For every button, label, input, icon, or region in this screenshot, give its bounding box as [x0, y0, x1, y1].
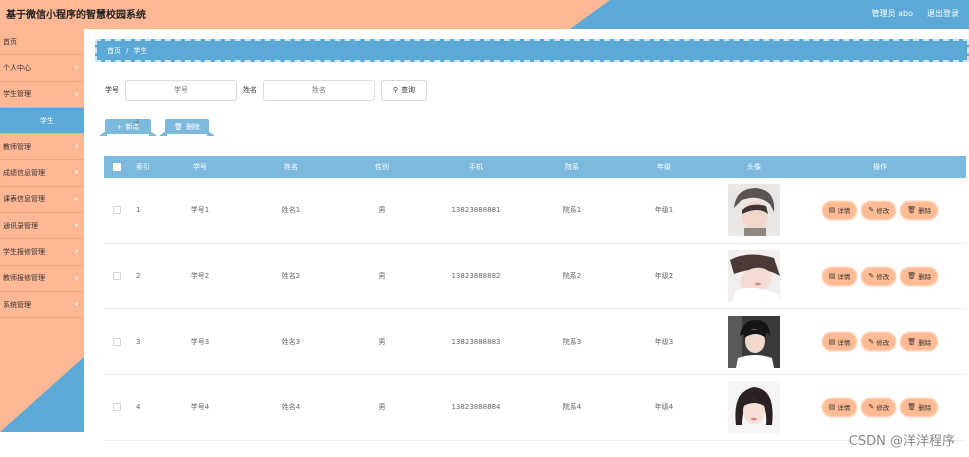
sidebar-item-home[interactable]: 首页 [0, 29, 84, 56]
table-row: 3 学号3 姓名3 男 13823888883 院系3 年级3 ▤ 详情 ✎ 修改 [104, 309, 966, 376]
detail-button[interactable]: ▤ 详情 [822, 398, 857, 416]
document-icon: ▤ [828, 206, 836, 215]
delete-button[interactable]: 🗑 删除 [901, 267, 938, 285]
chevron-down-icon: ▾ [74, 90, 78, 98]
trash-icon: 🗑 [907, 206, 917, 215]
pencil-icon: ✎ [868, 403, 875, 412]
detail-button[interactable]: ▤ 详情 [822, 333, 857, 351]
trash-icon: 🗑 [907, 272, 917, 281]
chevron-down-icon: ▾ [74, 143, 78, 151]
document-icon: ▤ [828, 403, 836, 412]
chevron-down-icon: ▾ [74, 222, 78, 230]
sidebar-item-student[interactable]: 学生 [0, 107, 84, 135]
plus-icon: + [116, 122, 123, 131]
sidebar-decoration [0, 357, 84, 432]
action-buttons: + 新增 ☝ 🗑 删除 [105, 117, 209, 134]
breadcrumb-separator: / [126, 46, 129, 55]
avatar [728, 250, 780, 303]
sidebar-item-schedule[interactable]: 课表信息管理 ▾ [0, 187, 84, 214]
chevron-down-icon: ▾ [74, 64, 78, 72]
chevron-down-icon: ▾ [74, 195, 78, 203]
student-no-label: 学号 [105, 86, 119, 94]
edit-button[interactable]: ✎ 修改 [862, 398, 896, 416]
top-header: 基于微信小程序的智慧校园系统 管理员 abo 退出登录 [0, 0, 969, 29]
main-content: 首页 / 学生 学号 姓名 ⚲ 查询 + 新增 ☝ 🗑 删除 索引 学号 姓名 … [84, 29, 969, 457]
document-icon: ▤ [828, 337, 836, 346]
col-grade: 年级 [657, 163, 671, 171]
header-user-area: 管理员 abo 退出登录 [872, 8, 959, 19]
chevron-down-icon: ▾ [74, 169, 78, 177]
chevron-down-icon: ▾ [74, 274, 78, 282]
document-icon: ▤ [828, 272, 836, 281]
breadcrumb: 首页 / 学生 [95, 39, 969, 62]
table-row: 2 学号2 姓名2 男 13823888882 院系2 年级2 ▤ 详情 ✎ 修改 … [104, 244, 966, 310]
search-bar: 学号 姓名 ⚲ 查询 [105, 79, 427, 101]
chevron-down-icon: ▾ [74, 300, 78, 308]
add-button[interactable]: + 新增 ☝ [105, 117, 151, 134]
pencil-icon: ✎ [868, 337, 875, 346]
student-no-input[interactable] [125, 79, 237, 101]
logout-link[interactable]: 退出登录 [927, 8, 959, 19]
col-index: 索引 [136, 163, 150, 171]
sidebar-item-personal-center[interactable]: 个人中心 ▾ [0, 55, 84, 82]
table-row: 1 学号1 姓名1 男 13823888881 院系1 年级1 ▤ 详情 ✎ 修改 … [104, 178, 966, 244]
row-checkbox[interactable] [113, 206, 121, 215]
watermark: CSDN @洋洋程序 [848, 434, 955, 449]
sidebar-item-student-repair[interactable]: 学生报修管理 ▾ [0, 239, 84, 266]
edit-button[interactable]: ✎ 修改 [862, 267, 896, 285]
col-name: 姓名 [284, 163, 298, 171]
sidebar-item-student-management[interactable]: 学生管理 ▾ [0, 82, 84, 108]
pencil-icon: ✎ [868, 206, 875, 215]
col-student-no: 学号 [193, 163, 207, 171]
row-checkbox[interactable] [113, 272, 121, 281]
detail-button[interactable]: ▤ 详情 [822, 201, 857, 219]
delete-button[interactable]: 🗑 删除 [901, 201, 938, 219]
col-avatar: 头像 [747, 163, 761, 171]
pencil-icon: ✎ [868, 272, 875, 281]
table-row: 4 学号4 姓名4 男 13823888884 院系4 年级4 ▤ 详情 ✎ 修改 … [104, 375, 966, 441]
hand-cursor-icon: ☝ [133, 117, 140, 130]
avatar [728, 184, 780, 237]
breadcrumb-home[interactable]: 首页 [107, 46, 121, 56]
search-button[interactable]: ⚲ 查询 [381, 79, 427, 101]
delete-button[interactable]: 🗑 删除 [901, 398, 938, 416]
col-phone: 手机 [469, 163, 483, 171]
trash-icon: 🗑 [174, 122, 183, 131]
name-input[interactable] [263, 79, 375, 101]
delete-button[interactable]: 🗑 删除 [901, 333, 938, 351]
name-label: 姓名 [243, 86, 257, 94]
student-table: 索引 学号 姓名 性别 手机 院系 年级 头像 操作 1 学号1 姓名1 男 1… [104, 156, 966, 441]
sidebar: 首页 个人中心 ▾ 学生管理 ▾ 学生 教师管理 ▾ 成绩信息管理 ▾ 课表信息管理 ▾ … [0, 29, 84, 432]
col-operations: 操作 [873, 163, 887, 171]
chevron-down-icon: ▾ [74, 248, 78, 256]
col-sex: 性别 [375, 163, 389, 171]
sidebar-item-contacts[interactable]: 通讯录管理 ▾ [0, 213, 84, 240]
admin-user-label: 管理员 abo [871, 9, 913, 18]
edit-button[interactable]: ✎ 修改 [862, 333, 896, 351]
avatar [728, 381, 780, 434]
edit-button[interactable]: ✎ 修改 [862, 201, 896, 219]
table-header: 索引 学号 姓名 性别 手机 院系 年级 头像 操作 [104, 156, 966, 178]
trash-icon: 🗑 [907, 403, 917, 412]
row-checkbox[interactable] [113, 403, 121, 412]
select-all-checkbox[interactable] [113, 163, 121, 171]
avatar [728, 315, 780, 368]
batch-delete-button[interactable]: 🗑 删除 [165, 119, 209, 134]
sidebar-item-teacher-management[interactable]: 教师管理 ▾ [0, 134, 84, 161]
detail-button[interactable]: ▤ 详情 [822, 267, 857, 285]
row-checkbox[interactable] [113, 337, 121, 346]
trash-icon: 🗑 [907, 337, 917, 346]
sidebar-item-teacher-repair[interactable]: 教师报修管理 ▾ [0, 266, 84, 292]
col-dept: 院系 [565, 163, 579, 171]
search-icon: ⚲ [392, 86, 399, 94]
breadcrumb-current: 学生 [133, 46, 148, 55]
sidebar-item-system[interactable]: 系统管理 ▾ [0, 292, 84, 319]
app-title: 基于微信小程序的智慧校园系统 [6, 10, 146, 21]
sidebar-item-grades[interactable]: 成绩信息管理 ▾ [0, 160, 84, 187]
